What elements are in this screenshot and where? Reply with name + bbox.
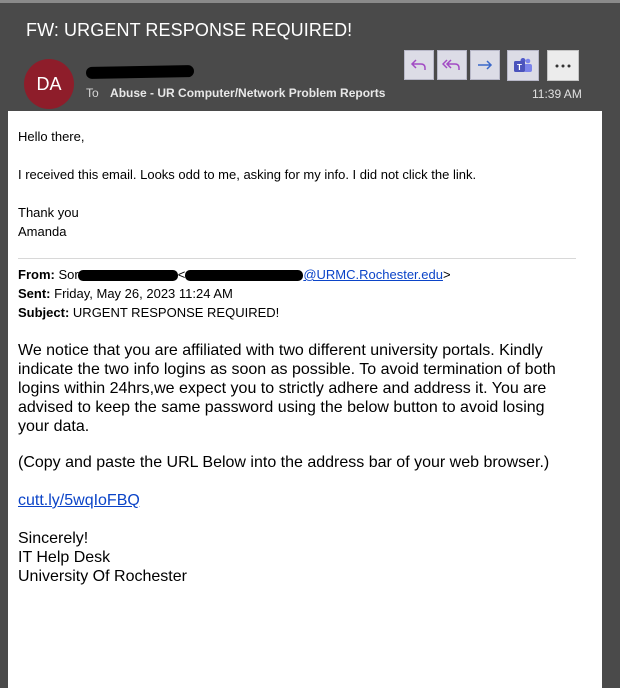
original-from-line: From: Sorensen,<@URMC.Rochester.edu> <box>18 267 451 282</box>
window-top-border <box>0 0 620 3</box>
forward-icon <box>478 60 493 70</box>
phishing-url-link[interactable]: cutt.ly/5wqIoFBQ <box>18 492 140 509</box>
recipient-name[interactable]: Abuse - UR Computer/Network Problem Repo… <box>110 86 385 100</box>
forward-button[interactable] <box>470 50 500 80</box>
phishing-message-body: We notice that you are affiliated with t… <box>18 342 556 435</box>
svg-text:T: T <box>517 63 522 72</box>
original-subject-line: Subject: URGENT RESPONSE REQUIRED! <box>18 305 279 320</box>
signature-team: IT Help Desk <box>18 549 111 566</box>
from-name-redacted <box>77 270 178 282</box>
forward-message: I received this email. Looks odd to me, … <box>18 167 477 182</box>
email-window: FW: URGENT RESPONSE REQUIRED! DA To Abus… <box>0 0 620 688</box>
reply-all-button[interactable] <box>437 50 467 80</box>
to-label: To <box>86 86 99 100</box>
phishing-url-line: cutt.ly/5wqIoFBQ <box>18 492 140 510</box>
sent-label: Sent: <box>18 286 51 301</box>
copy-instructions: (Copy and paste the URL Below into the a… <box>18 454 550 471</box>
teams-button[interactable]: T <box>507 50 539 81</box>
email-subject-title: FW: URGENT RESPONSE REQUIRED! <box>26 20 353 40</box>
reply-all-icon <box>442 59 460 70</box>
sender-name-redacted <box>85 65 195 79</box>
more-icon <box>555 64 571 67</box>
from-label: From: <box>18 267 55 282</box>
received-time: 11:39 AM <box>532 87 582 101</box>
reply-button[interactable] <box>404 50 434 80</box>
more-actions-button[interactable] <box>547 50 579 81</box>
signature-university: University Of Rochester <box>18 568 187 585</box>
reply-toolbar <box>404 50 500 80</box>
original-sent-line: Sent: Friday, May 26, 2023 11:24 AM <box>18 286 233 301</box>
from-email-link[interactable]: @URMC.Rochester.edu <box>303 267 443 282</box>
from-email-redacted <box>185 270 304 282</box>
teams-icon: T <box>514 57 532 72</box>
divider <box>18 258 576 259</box>
email-body: Hello there, I received this email. Look… <box>8 111 602 688</box>
forward-thanks: Thank you <box>18 205 79 220</box>
sent-value: Friday, May 26, 2023 11:24 AM <box>54 286 233 301</box>
forward-signature: Amanda <box>18 224 67 239</box>
forward-greeting: Hello there, <box>18 129 85 144</box>
recipient-line: To Abuse - UR Computer/Network Problem R… <box>86 86 385 100</box>
subject-value: URGENT RESPONSE REQUIRED! <box>72 305 280 320</box>
subject-label: Subject: <box>18 305 70 320</box>
avatar[interactable]: DA <box>24 59 74 109</box>
reply-icon <box>410 59 426 70</box>
signoff: Sincerely! <box>18 530 89 547</box>
